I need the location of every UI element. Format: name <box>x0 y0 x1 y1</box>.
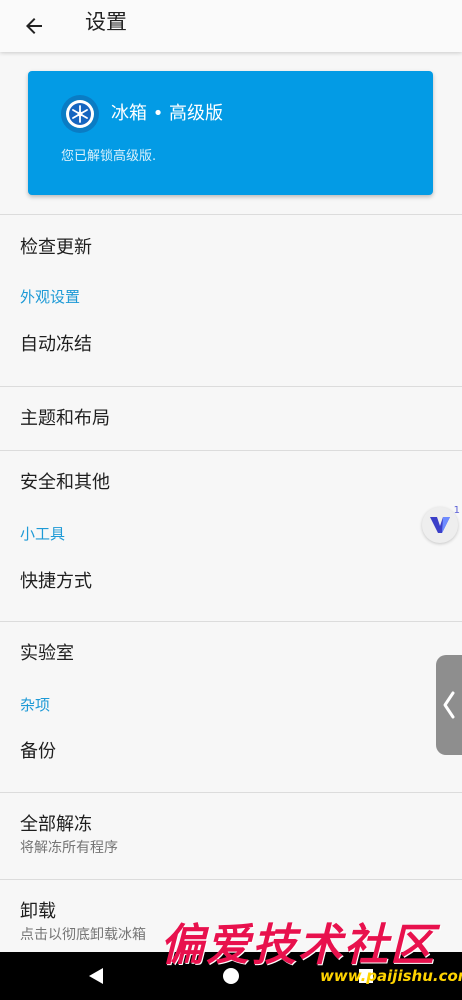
circle-home-icon <box>223 968 239 984</box>
section-header-misc: 杂项 <box>20 696 51 714</box>
icebox-logo-icon <box>61 95 99 133</box>
setting-description: 点击以彻底卸载冰箱 <box>20 927 146 943</box>
setting-label: 实验室 <box>20 643 74 664</box>
square-recents-icon <box>359 969 373 983</box>
setting-label: 主题和布局 <box>20 408 110 429</box>
system-nav-bar <box>0 952 462 1000</box>
setting-label: 全部解冻 <box>20 814 92 835</box>
setting-label: 安全和其他 <box>20 472 110 493</box>
premium-subtitle: 您已解锁高级版. <box>61 149 157 164</box>
setting-security-other[interactable]: 安全和其他 <box>0 451 462 515</box>
v-assistant-icon <box>430 517 450 533</box>
setting-lab[interactable]: 实验室 <box>0 622 462 686</box>
assistant-badge: 1 <box>453 505 460 516</box>
setting-label: 备份 <box>20 741 56 762</box>
nav-home-button[interactable] <box>201 952 261 1000</box>
settings-list: 检查更新 外观设置 自动冻结 主题和布局 安全和其他 小工具 快捷方式 实验室 … <box>0 214 462 960</box>
premium-card[interactable]: 冰箱 • 高级版 您已解锁高级版. <box>28 71 433 195</box>
triangle-back-icon <box>89 968 103 984</box>
setting-unfreeze-all[interactable]: 全部解冻 将解冻所有程序 <box>0 793 462 879</box>
setting-label: 快捷方式 <box>20 571 92 592</box>
section-header-tools: 小工具 <box>20 525 66 543</box>
setting-label: 自动冻结 <box>20 334 92 355</box>
section-header-appearance: 外观设置 <box>20 288 81 306</box>
nav-back-button[interactable] <box>66 952 126 1000</box>
setting-check-update[interactable]: 检查更新 <box>0 215 462 279</box>
back-button[interactable] <box>14 6 54 46</box>
setting-backup[interactable]: 备份 <box>0 728 462 792</box>
setting-shortcuts[interactable]: 快捷方式 <box>0 557 462 621</box>
nav-recents-button[interactable] <box>336 952 396 1000</box>
chevron-left-icon <box>443 691 455 719</box>
setting-auto-freeze[interactable]: 自动冻结 <box>0 319 462 386</box>
side-panel-handle[interactable] <box>436 655 462 755</box>
setting-theme-layout[interactable]: 主题和布局 <box>0 387 462 450</box>
premium-title: 冰箱 • 高级版 <box>111 103 224 124</box>
floating-assistant-button[interactable]: 1 <box>422 505 460 543</box>
setting-label: 检查更新 <box>20 237 92 258</box>
setting-uninstall[interactable]: 卸载 点击以彻底卸载冰箱 <box>0 880 462 960</box>
arrow-left-icon <box>26 18 42 34</box>
setting-label: 卸载 <box>20 901 56 922</box>
app-bar: 设置 <box>0 0 462 52</box>
setting-description: 将解冻所有程序 <box>20 840 118 856</box>
page-title: 设置 <box>85 10 127 34</box>
